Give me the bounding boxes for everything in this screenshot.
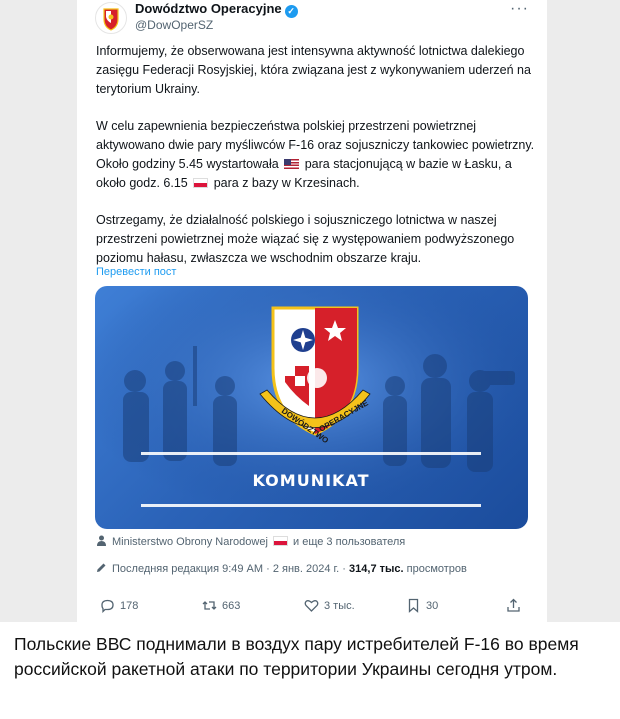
- author-handle[interactable]: @DowOperSZ: [135, 18, 213, 32]
- repost-button[interactable]: 663: [202, 598, 240, 613]
- tweet-paragraph-3: Ostrzegamy, że działalność polskiego i s…: [96, 213, 515, 265]
- share-icon: [507, 598, 520, 612]
- reply-button[interactable]: 178: [100, 598, 138, 613]
- more-options-icon[interactable]: ···: [510, 0, 529, 18]
- verified-badge-icon: ✓: [284, 5, 298, 18]
- reply-icon: [101, 599, 114, 613]
- post-caption: Польские ВВС поднимали в воздух пару ист…: [14, 634, 579, 679]
- user-icon: [97, 535, 106, 546]
- tweet-text: Informujemy, że obserwowana jest intensy…: [96, 42, 536, 286]
- like-button[interactable]: 3 тыс.: [304, 598, 355, 613]
- tweet-paragraph-1: Informujemy, że obserwowana jest intensy…: [96, 44, 531, 96]
- tweet-card: Dowództwo Operacyjne ✓ @DowOperSZ ··· Inf…: [77, 0, 547, 622]
- poland-flag-icon: [272, 536, 288, 546]
- edit-pencil-icon: [97, 563, 106, 572]
- bookmark-icon: [408, 598, 419, 613]
- repost-icon: [202, 601, 217, 610]
- media-illustration: DOWÓDZTWO OPERACYJNE KOMUNIKAT: [95, 286, 528, 529]
- heart-icon: [304, 600, 319, 612]
- tweet-paragraph-2: W celu zapewnienia bezpieczeństwa polski…: [96, 119, 535, 190]
- tweet-actions-bar: 178 663 3 тыс. 30: [96, 598, 536, 616]
- translate-post-link[interactable]: Перевести пост: [96, 266, 176, 278]
- left-margin: [0, 0, 77, 622]
- poland-flag-icon: [193, 178, 209, 188]
- tweet-media-image[interactable]: DOWÓDZTWO OPERACYJNE KOMUNIKAT: [95, 286, 528, 529]
- edit-info-row: Последняя редакция 9:49 AM · 2 янв. 2024…: [96, 562, 467, 575]
- author-avatar[interactable]: [95, 2, 127, 34]
- komunikat-banner-text: KOMUNIKAT: [253, 471, 370, 490]
- us-flag-icon: [284, 159, 300, 169]
- share-button[interactable]: [506, 598, 521, 613]
- coauthors-row[interactable]: Ministerstwo Obrony Narodowej и еще 3 по…: [96, 535, 405, 548]
- right-margin: [547, 0, 620, 622]
- bookmark-button[interactable]: 30: [406, 598, 438, 613]
- author-name[interactable]: Dowództwo Operacyjne ✓: [135, 1, 298, 18]
